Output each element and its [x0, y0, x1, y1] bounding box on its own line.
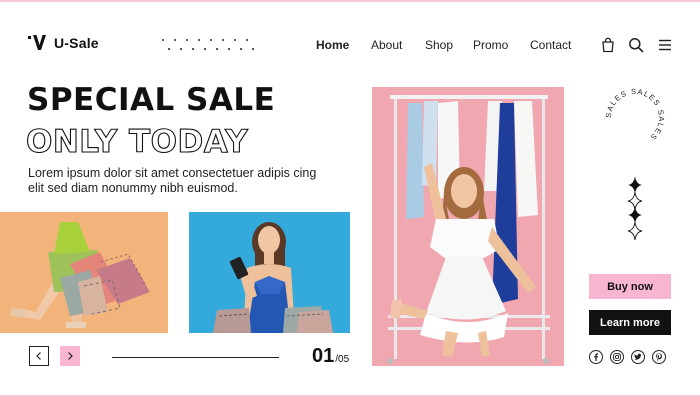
svg-text:SALES SALES SALES: SALES SALES SALES	[604, 87, 666, 143]
hero-title: SPECIAL SALE	[27, 82, 276, 118]
chevron-left-icon	[36, 352, 41, 360]
sales-badge: SALES SALES SALES	[604, 87, 666, 143]
brand-name: U-Sale	[54, 35, 99, 51]
shopping-bag-icon[interactable]	[600, 37, 616, 53]
nav-item-shop[interactable]: Shop	[425, 38, 473, 52]
slide-current: 01	[312, 345, 335, 367]
instagram-icon[interactable]	[610, 350, 624, 364]
menu-icon[interactable]	[657, 37, 673, 53]
decorative-dots	[160, 37, 260, 53]
twitter-icon[interactable]	[631, 350, 645, 364]
nav-item-contact[interactable]: Contact	[530, 38, 571, 52]
sales-badge-text: SALES SALES SALES	[604, 87, 665, 143]
learn-more-button[interactable]: Learn more	[589, 310, 671, 335]
slider-progress-line	[112, 357, 279, 358]
slider-next-button[interactable]	[60, 346, 80, 366]
search-icon[interactable]	[628, 37, 644, 53]
nav-item-promo[interactable]: Promo	[473, 38, 530, 52]
slide-counter: 01 /05	[312, 345, 349, 368]
photo-woman-clothes-rack	[372, 87, 564, 366]
main-nav: Home About Shop Promo Contact	[316, 38, 571, 52]
chevron-right-icon	[68, 352, 73, 360]
hero-subtitle-outline: ONLY TODAY	[26, 123, 248, 158]
photo-woman-phone	[189, 212, 350, 333]
brand-logo[interactable]: U-Sale	[28, 34, 99, 52]
nav-item-home[interactable]: Home	[316, 38, 371, 52]
slide-total: /05	[335, 354, 350, 365]
nav-item-about[interactable]: About	[371, 38, 425, 52]
sparkle-icons	[627, 176, 643, 240]
top-border	[0, 0, 700, 2]
hero-description: Lorem ipsum dolor sit amet consectetuer …	[28, 166, 317, 195]
hero-subtitle: ONLY TODAY	[26, 124, 248, 158]
logo-mark-icon	[28, 35, 46, 50]
facebook-icon[interactable]	[589, 350, 603, 364]
slider-prev-button[interactable]	[29, 346, 49, 366]
pinterest-icon[interactable]	[652, 350, 666, 364]
buy-now-button[interactable]: Buy now	[589, 274, 671, 299]
social-links	[589, 350, 666, 364]
photo-shopping-bags	[0, 212, 168, 333]
